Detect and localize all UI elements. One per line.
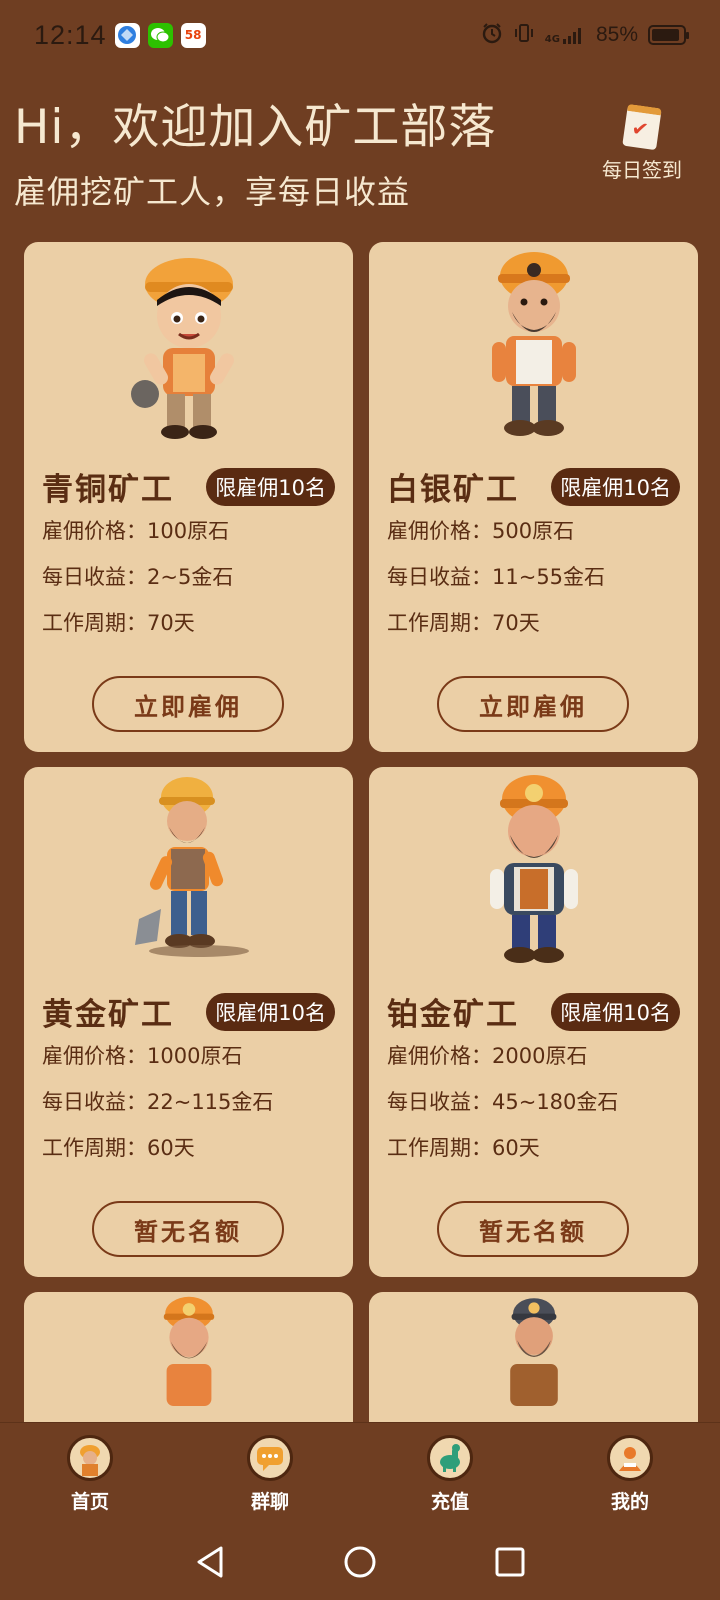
wechat-app-icon (147, 22, 173, 48)
miner-home-icon (67, 1435, 113, 1481)
miner-card-partial (24, 1292, 353, 1432)
miner-name: 铂金矿工 (387, 997, 519, 1033)
miner-card-gold: 黄金矿工 限雇佣10名 雇佣价格：1000原石 每日收益：22~115金石 工作… (24, 767, 353, 1277)
daily-income: 每日收益：22~115金石 (42, 1090, 274, 1114)
browser-app-icon (114, 22, 140, 48)
miner-card-bronze: 青铜矿工 限雇佣10名 雇佣价格：100原石 每日收益：2~5金石 工作周期：7… (24, 242, 353, 752)
miner-name: 青铜矿工 (42, 472, 174, 508)
work-period: 工作周期：70天 (42, 611, 195, 635)
hire-price: 雇佣价格：1000原石 (42, 1044, 243, 1068)
silver-miner-image (491, 252, 576, 436)
hire-limit-badge: 限雇佣10名 (206, 467, 335, 506)
miner-name: 白银矿工 (387, 472, 519, 508)
hire-price: 雇佣价格：100原石 (42, 519, 230, 543)
miner-card-platinum: 铂金矿工 限雇佣10名 雇佣价格：2000原石 每日收益：45~180金石 工作… (369, 767, 698, 1277)
status-time: 12:14 (34, 19, 107, 50)
hire-limit-badge: 限雇佣10名 (551, 467, 680, 506)
hire-limit-badge: 限雇佣10名 (206, 992, 335, 1031)
alarm-icon (481, 22, 503, 48)
person-icon (607, 1435, 653, 1481)
daily-checkin-button[interactable]: 每日签到 (592, 103, 692, 183)
network-type: 4G (544, 34, 560, 45)
tab-recharge-label: 充值 (430, 1491, 469, 1513)
recents-square-icon[interactable] (490, 1542, 530, 1582)
calendar-check-icon (622, 103, 662, 151)
hire-button[interactable]: 暂无名额 (437, 1201, 629, 1257)
work-period: 工作周期：60天 (387, 1136, 540, 1160)
tab-home-label: 首页 (70, 1491, 109, 1513)
miner-title-row: 铂金矿工 限雇佣10名 (387, 989, 680, 1034)
daily-income: 每日收益：11~55金石 (387, 565, 606, 589)
page-header: Hi，欢迎加入矿工部落 雇佣挖矿工人，享每日收益 (14, 88, 496, 213)
tab-home[interactable]: 首页 (0, 1423, 180, 1524)
miner-title-row: 白银矿工 限雇佣10名 (387, 464, 680, 509)
tab-group-chat[interactable]: 群聊 (180, 1423, 360, 1524)
miner-info: 雇佣价格：500原石 每日收益：11~55金石 工作周期：70天 (387, 508, 605, 646)
miner-info: 雇佣价格：1000原石 每日收益：22~115金石 工作周期：60天 (42, 1033, 273, 1171)
bottom-tab-bar: 首页 群聊 充值 我的 (0, 1422, 720, 1524)
gold-miner-image (134, 777, 249, 957)
daily-checkin-label: 每日签到 (602, 158, 682, 182)
back-icon[interactable] (190, 1542, 230, 1582)
hire-button[interactable]: 立即雇佣 (92, 676, 284, 732)
home-circle-icon[interactable] (340, 1542, 380, 1582)
hire-price: 雇佣价格：500原石 (387, 519, 575, 543)
signal-icon: 4G (545, 25, 586, 45)
hire-button[interactable]: 立即雇佣 (437, 676, 629, 732)
miner-name: 黄金矿工 (42, 997, 174, 1033)
platinum-miner-image (489, 775, 578, 963)
status-bar: 12:14 58 4G 85% (0, 0, 720, 70)
tab-profile[interactable]: 我的 (540, 1423, 720, 1524)
battery-percent: 85% (595, 23, 638, 46)
work-period: 工作周期：60天 (42, 1136, 195, 1160)
greeting-title: Hi，欢迎加入矿工部落 (14, 100, 497, 155)
dinosaur-icon (427, 1435, 473, 1481)
tab-recharge[interactable]: 充值 (360, 1423, 540, 1524)
work-period: 工作周期：70天 (387, 611, 540, 635)
hire-button[interactable]: 暂无名额 (92, 1201, 284, 1257)
hire-limit-badge: 限雇佣10名 (551, 992, 680, 1031)
vibrate-icon (513, 22, 535, 48)
status-indicators: 4G 85% (481, 22, 689, 48)
daily-income: 每日收益：45~180金石 (387, 1090, 619, 1114)
miner-card-partial (369, 1292, 698, 1432)
system-navigation-bar (0, 1524, 720, 1600)
daily-income: 每日收益：2~5金石 (42, 565, 234, 589)
bronze-miner-image (130, 258, 234, 439)
tab-group-chat-label: 群聊 (250, 1491, 289, 1513)
miner-title-row: 黄金矿工 限雇佣10名 (42, 989, 335, 1034)
miner-image (509, 1298, 558, 1406)
58-app-icon: 58 (180, 22, 206, 48)
miner-info: 雇佣价格：2000原石 每日收益：45~180金石 工作周期：60天 (387, 1033, 618, 1171)
battery-icon (648, 25, 689, 45)
hire-price: 雇佣价格：2000原石 (387, 1044, 588, 1068)
chat-icon (247, 1435, 293, 1481)
miner-info: 雇佣价格：100原石 每日收益：2~5金石 工作周期：70天 (42, 508, 233, 646)
miner-image (163, 1296, 214, 1406)
miner-title-row: 青铜矿工 限雇佣10名 (42, 464, 335, 509)
tab-profile-label: 我的 (610, 1491, 649, 1513)
greeting-subtitle: 雇佣挖矿工人，享每日收益 (14, 173, 411, 211)
miner-card-silver: 白银矿工 限雇佣10名 雇佣价格：500原石 每日收益：11~55金石 工作周期… (369, 242, 698, 752)
